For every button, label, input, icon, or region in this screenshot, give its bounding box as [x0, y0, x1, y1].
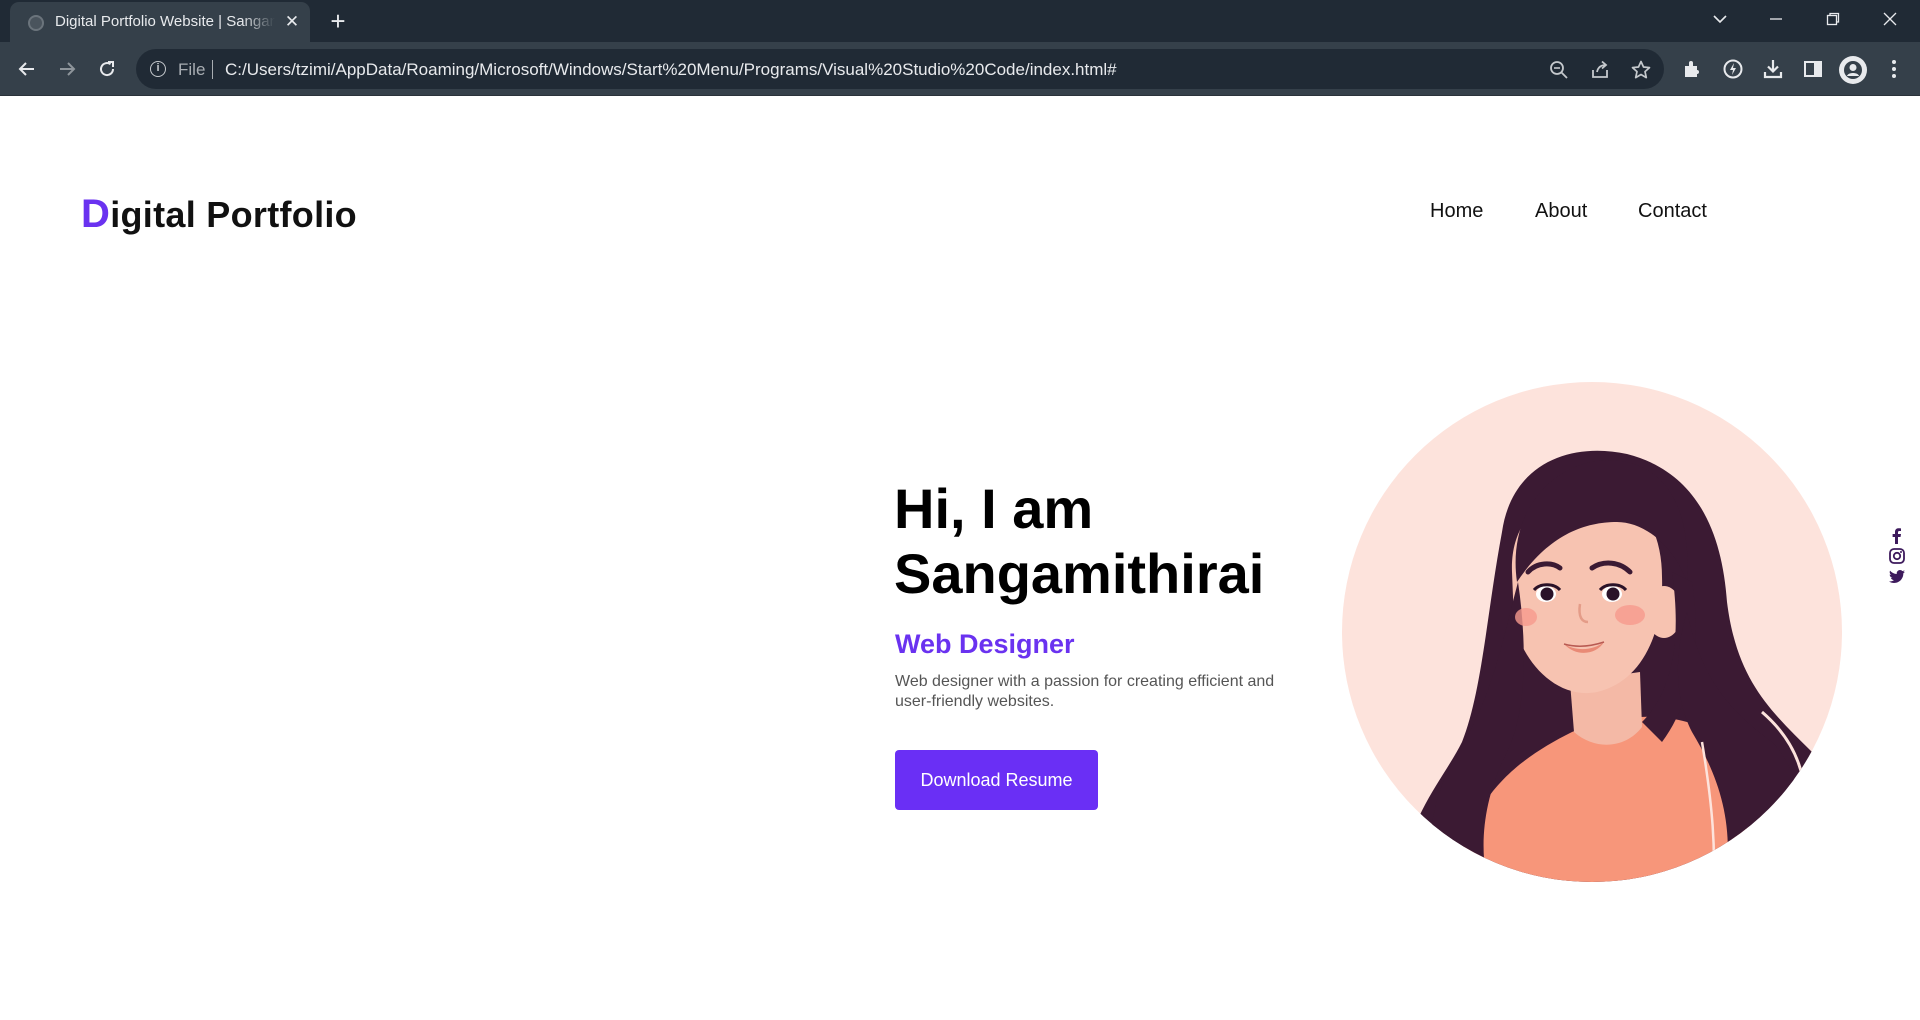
twitter-icon[interactable] [1888, 568, 1906, 586]
hero-heading: Hi, I am Sangamithirai [894, 476, 1264, 606]
speed-icon[interactable] [1721, 57, 1745, 81]
logo-initial: D [81, 192, 111, 236]
share-icon[interactable] [1589, 59, 1611, 81]
facebook-icon[interactable] [1888, 527, 1906, 545]
info-icon[interactable]: i [150, 61, 166, 77]
hero-greeting: Hi, I am [894, 477, 1094, 540]
hero-description: Web designer with a passion for creating… [895, 673, 1275, 710]
tab-title: Digital Portfolio Website | Sangamithira… [55, 13, 275, 30]
address-bar[interactable]: i File C:/Users/tzimi/AppData/Roaming/Mi… [136, 49, 1664, 89]
back-icon[interactable] [11, 53, 43, 85]
reload-icon[interactable] [91, 53, 123, 85]
zoom-icon[interactable] [1548, 59, 1570, 81]
new-tab-button[interactable]: + [324, 8, 352, 36]
browser-tab[interactable]: Digital Portfolio Website | Sangamithira… [10, 2, 310, 42]
hero-name: Sangamithirai [894, 542, 1265, 605]
portrait-illustration [1342, 382, 1842, 882]
logo-text: igital Portfolio [110, 194, 357, 235]
close-tab-icon[interactable]: ✕ [282, 12, 302, 32]
download-icon[interactable] [1761, 57, 1785, 81]
globe-icon [28, 15, 44, 31]
nav-about[interactable]: About [1535, 200, 1587, 223]
forward-icon[interactable] [51, 53, 83, 85]
site-logo[interactable]: Digital Portfolio [81, 192, 357, 237]
browser-toolbar: i File C:/Users/tzimi/AppData/Roaming/Mi… [0, 42, 1920, 96]
tab-search-icon[interactable] [1700, 6, 1740, 36]
extensions-icon[interactable] [1681, 57, 1705, 81]
nav-home[interactable]: Home [1430, 200, 1483, 223]
close-window-icon[interactable] [1870, 6, 1910, 36]
tab-bar: Digital Portfolio Website | Sangamithira… [0, 0, 1920, 42]
hero-role: Web Designer [895, 629, 1075, 659]
page-content: Digital Portfolio Home About Contact Hi,… [0, 96, 1920, 1020]
minimize-icon[interactable] [1756, 6, 1796, 36]
address-separator [212, 60, 213, 79]
sidepanel-icon[interactable] [1801, 57, 1825, 81]
instagram-icon[interactable] [1888, 547, 1906, 565]
nav-contact[interactable]: Contact [1638, 200, 1707, 223]
address-url[interactable]: C:/Users/tzimi/AppData/Roaming/Microsoft… [225, 60, 1117, 80]
address-scheme: File [178, 60, 206, 79]
restore-icon[interactable] [1813, 6, 1853, 36]
star-icon[interactable] [1630, 59, 1652, 81]
menu-icon[interactable] [1882, 57, 1906, 81]
download-resume-button[interactable]: Download Resume [895, 750, 1098, 810]
profile-icon[interactable] [1839, 56, 1867, 84]
